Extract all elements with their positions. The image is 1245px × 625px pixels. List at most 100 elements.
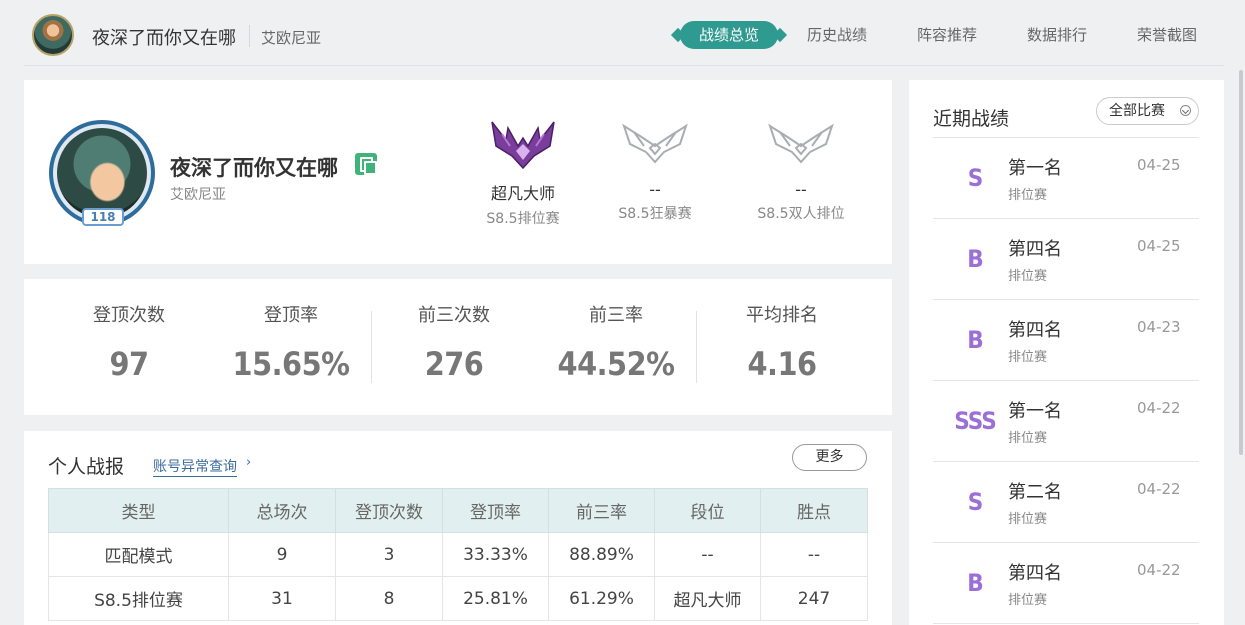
header-separator	[249, 25, 250, 47]
unranked-emblem-icon	[768, 123, 834, 164]
table-cell: 9	[228, 532, 336, 577]
table-header-row: 类型 总场次 登顶次数 登顶率 前三率 段位 胜点	[48, 488, 868, 533]
table-cell: --	[654, 532, 761, 577]
match-grade: S	[967, 488, 984, 516]
header-server: 艾欧尼亚	[261, 29, 322, 47]
rank-tier: --	[795, 180, 807, 199]
more-button[interactable]: 更多	[792, 444, 867, 471]
stat-label: 平均排名	[746, 305, 818, 326]
stat-avg-rank: 平均排名 4.16	[717, 301, 847, 383]
table-cell: 3	[335, 532, 443, 577]
match-mode: 排位赛	[1008, 350, 1048, 365]
rank-mode: S8.5排位赛	[486, 211, 560, 227]
match-mode: 排位赛	[1008, 431, 1048, 446]
table-row: 匹配模式 9 3 33.33% 88.89% -- --	[48, 532, 868, 577]
profile-name: 夜深了而你又在哪	[170, 156, 338, 180]
table-cell: 8	[335, 576, 443, 621]
column-header: 总场次	[228, 488, 336, 533]
master-emblem-icon	[491, 121, 555, 170]
match-filter-value: 全部比赛	[1109, 103, 1165, 119]
match-grade: B	[967, 569, 983, 597]
level-badge: 118	[82, 208, 124, 226]
stat-label: 前三率	[589, 305, 643, 326]
match-mode: 排位赛	[1008, 593, 1048, 608]
match-item[interactable]: B 第四名 排位赛 04-22	[933, 543, 1199, 624]
stat-divider	[371, 311, 372, 383]
rank-mode: S8.5狂暴赛	[618, 206, 692, 222]
stat-divider	[696, 311, 697, 383]
column-header: 胜点	[760, 488, 868, 533]
match-item[interactable]: B 第四名 排位赛 04-25	[933, 219, 1199, 300]
recent-matches-card: 近期战绩 全部比赛 S 第一名 排位赛 04-25 B 第四名 排位赛 04-2…	[909, 80, 1224, 625]
table-cell: --	[760, 532, 868, 577]
table-cell: 88.89%	[548, 532, 655, 577]
column-header: 段位	[654, 488, 761, 533]
stat-value: 4.16	[747, 345, 817, 383]
match-item[interactable]: S 第一名 排位赛 04-25	[933, 138, 1199, 219]
rank-double: -- S8.5双人排位	[746, 116, 856, 223]
stat-label: 登顶次数	[93, 305, 165, 326]
stat-top1-count: 登顶次数 97	[64, 301, 194, 383]
table-cell: 25.81%	[442, 576, 549, 621]
match-filter-dropdown[interactable]: 全部比赛	[1096, 97, 1199, 125]
stat-value: 276	[424, 345, 484, 383]
match-mode: 排位赛	[1008, 188, 1048, 203]
match-place: 第二名	[1008, 482, 1062, 503]
match-place: 第四名	[1008, 563, 1062, 584]
match-date: 04-22	[1137, 561, 1181, 579]
avatar-image	[57, 128, 147, 218]
rank-mode: S8.5双人排位	[757, 206, 845, 222]
profile-card: 118 夜深了而你又在哪 艾欧尼亚 超凡大师 S8.5排位赛 -- S8.5狂暴…	[24, 80, 892, 264]
stats-card: 登顶次数 97 登顶率 15.65% 前三次数 276 前三率 44.52% 平…	[24, 279, 892, 415]
stat-label: 登顶率	[264, 305, 318, 326]
table-cell: 匹配模式	[48, 532, 229, 577]
match-place: 第一名	[1008, 158, 1062, 179]
header-avatar[interactable]	[32, 14, 74, 56]
tab-ranking[interactable]: 数据排行	[1027, 21, 1087, 49]
tab-honor[interactable]: 荣誉截图	[1137, 21, 1197, 49]
stat-top1-rate: 登顶率 15.65%	[226, 301, 356, 383]
profile-server: 艾欧尼亚	[170, 187, 226, 203]
table-cell: 33.33%	[442, 532, 549, 577]
table-row: S8.5排位赛 31 8 25.81% 61.29% 超凡大师 247	[48, 576, 868, 621]
match-date: 04-23	[1137, 318, 1181, 336]
copy-icon[interactable]	[355, 153, 377, 175]
column-header: 登顶率	[442, 488, 549, 533]
rank-tier: --	[649, 180, 661, 199]
app-window: 夜深了而你又在哪 艾欧尼亚 战绩总览 历史战绩 阵容推荐 数据排行 荣誉截图 1…	[0, 0, 1245, 625]
report-title: 个人战报	[48, 456, 125, 478]
match-date: 04-22	[1137, 480, 1181, 498]
chevron-right-icon[interactable]: ›	[246, 455, 251, 470]
rank-ranked: 超凡大师 S8.5排位赛	[468, 116, 578, 228]
report-table: 类型 总场次 登顶次数 登顶率 前三率 段位 胜点 匹配模式 9 3 33.33…	[48, 488, 868, 621]
tab-overview[interactable]: 战绩总览	[680, 21, 779, 49]
tab-history[interactable]: 历史战绩	[807, 21, 867, 49]
tab-lineup[interactable]: 阵容推荐	[917, 21, 977, 49]
match-grade: SSS	[954, 407, 997, 435]
table-cell: 超凡大师	[654, 576, 761, 621]
rank-hyper: -- S8.5狂暴赛	[600, 116, 710, 223]
match-place: 第四名	[1008, 239, 1062, 260]
match-date: 04-25	[1137, 156, 1181, 174]
table-cell: 31	[228, 576, 336, 621]
account-anomaly-link[interactable]: 账号异常查询	[153, 456, 237, 477]
match-date: 04-25	[1137, 237, 1181, 255]
stat-value: 15.65%	[232, 345, 350, 383]
match-mode: 排位赛	[1008, 269, 1048, 284]
match-item[interactable]: B 第四名 排位赛 04-23	[933, 300, 1199, 381]
recent-title: 近期战绩	[933, 108, 1010, 130]
chevron-down-icon	[1180, 105, 1191, 116]
table-cell: 61.29%	[548, 576, 655, 621]
match-item[interactable]: SSS 第一名 排位赛 04-22	[933, 381, 1199, 462]
match-grade: B	[967, 326, 983, 354]
match-grade: B	[967, 245, 983, 273]
page-scrollbar[interactable]	[1239, 70, 1243, 455]
header-divider	[24, 65, 1224, 66]
match-item[interactable]: S 第二名 排位赛 04-22	[933, 462, 1199, 543]
table-cell: S8.5排位赛	[48, 576, 229, 621]
header-player-name: 夜深了而你又在哪	[92, 28, 236, 49]
match-mode: 排位赛	[1008, 512, 1048, 527]
stat-value: 44.52%	[557, 345, 675, 383]
top-bar: 夜深了而你又在哪 艾欧尼亚 战绩总览 历史战绩 阵容推荐 数据排行 荣誉截图	[0, 0, 1245, 72]
match-place: 第一名	[1008, 401, 1062, 422]
